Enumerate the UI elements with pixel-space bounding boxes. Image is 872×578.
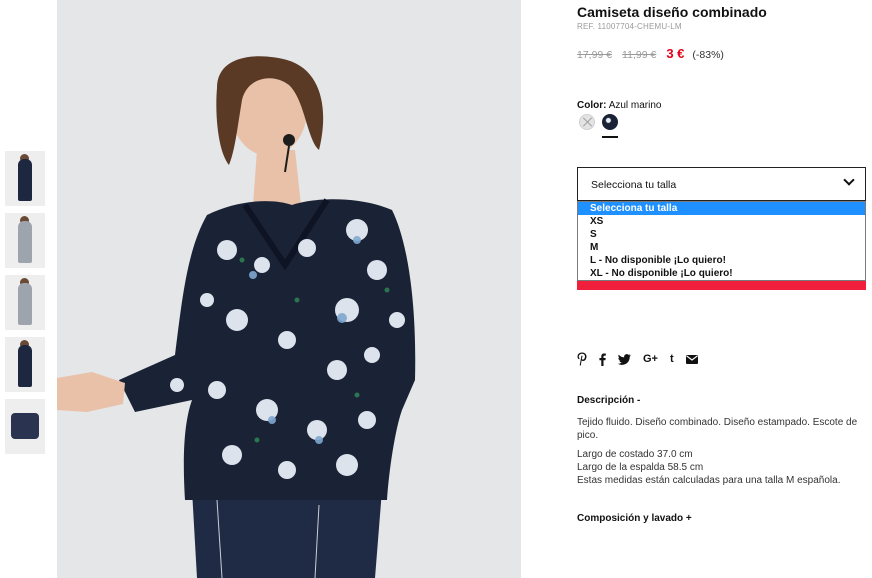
composition-toggle[interactable]: Composición y lavado + xyxy=(577,513,692,524)
model-illustration xyxy=(57,0,521,578)
size-option-placeholder[interactable]: Selecciona tu talla xyxy=(578,202,865,215)
size-select[interactable]: Selecciona tu talla xyxy=(577,167,866,201)
description-body: Tejido fluido. Diseño combinado. Diseño … xyxy=(577,416,867,487)
thumbnail-3[interactable] xyxy=(5,275,45,330)
thumbnail-strip xyxy=(5,151,45,461)
color-row: Color: Azul marino xyxy=(577,100,662,111)
discount-badge: (-83%) xyxy=(692,49,724,61)
thumbnail-figure xyxy=(11,413,39,439)
facebook-icon[interactable] xyxy=(599,352,606,366)
color-label: Color: xyxy=(577,100,607,111)
size-option-l[interactable]: L - No disponible ¡Lo quiero! xyxy=(578,254,865,267)
google-plus-icon[interactable]: G+ xyxy=(643,352,658,366)
size-select-label: Selecciona tu talla xyxy=(591,179,677,191)
selected-swatch-underline xyxy=(602,136,618,138)
main-product-image[interactable] xyxy=(57,0,521,578)
color-value: Azul marino xyxy=(608,100,662,111)
twitter-icon[interactable] xyxy=(618,352,631,366)
thumbnail-2[interactable] xyxy=(5,213,45,268)
product-title: Camiseta diseño combinado xyxy=(577,4,767,20)
mail-icon[interactable] xyxy=(685,352,698,366)
old-price-2: 11,99 € xyxy=(622,49,657,61)
chevron-down-icon xyxy=(843,174,855,186)
thumbnail-5[interactable] xyxy=(5,399,45,454)
size-option-xs[interactable]: XS xyxy=(578,215,865,228)
size-option-s[interactable]: S xyxy=(578,228,865,241)
measure-side-length: Largo de costado 37.0 cm xyxy=(577,449,693,460)
thumbnail-figure xyxy=(18,159,32,201)
thumbnail-1[interactable] xyxy=(5,151,45,206)
size-dropdown-list: Selecciona tu talla XS S M L - No dispon… xyxy=(577,201,866,281)
measure-note: Estas medidas están calculadas para una … xyxy=(577,475,841,486)
price-row: 17,99 € 11,99 € 3 € (-83%) xyxy=(577,46,724,61)
description-text: Tejido fluido. Diseño combinado. Diseño … xyxy=(577,417,858,441)
size-option-xl[interactable]: XL - No disponible ¡Lo quiero! xyxy=(578,267,865,280)
old-price-1: 17,99 € xyxy=(577,49,613,61)
thumbnail-figure xyxy=(18,221,32,263)
description-toggle[interactable]: Descripción - xyxy=(577,395,640,406)
color-swatch-navy[interactable] xyxy=(602,114,618,130)
color-swatch-unavailable[interactable] xyxy=(579,114,595,130)
thumbnail-4[interactable] xyxy=(5,337,45,392)
tumblr-icon[interactable]: t xyxy=(670,352,674,366)
current-price: 3 € xyxy=(666,46,685,61)
thumbnail-figure xyxy=(18,283,32,325)
social-share-row: G+ t xyxy=(577,352,698,366)
size-option-m[interactable]: M xyxy=(578,241,865,254)
add-to-bag-bar[interactable] xyxy=(577,281,866,290)
thumbnail-figure xyxy=(18,345,32,387)
measure-back-length: Largo de la espalda 58.5 cm xyxy=(577,462,704,473)
color-swatches xyxy=(579,114,618,130)
pinterest-icon[interactable] xyxy=(577,352,587,366)
product-reference: REF. 11007704-CHEMU-LM xyxy=(577,22,682,31)
